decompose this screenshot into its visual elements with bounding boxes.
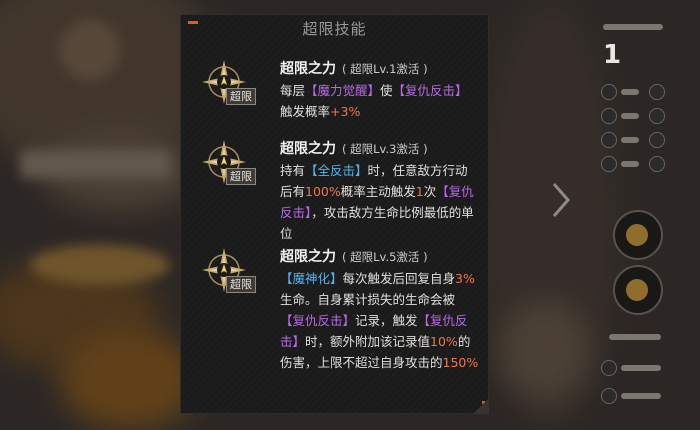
sidebar-dot[interactable] [649, 156, 665, 172]
overlimit-badge: 超限 [226, 88, 256, 105]
right-sidebar: 1 [595, 0, 700, 430]
count-label: 1 [603, 40, 622, 70]
desc-text: 使 [380, 83, 393, 98]
skill-name: 超限之力 [280, 61, 336, 77]
value-text: 3% [455, 271, 475, 286]
overlimit-badge: 超限 [226, 276, 256, 293]
skill-name: 超限之力 [280, 141, 336, 157]
sidebar-dot[interactable] [601, 84, 617, 100]
desc-text: 触发概率 [280, 104, 331, 119]
sidebar-dot[interactable] [649, 84, 665, 100]
skill-condition: ( 超限Lv.1激活 ) [342, 62, 428, 76]
desc-text: 每次触发后回复自身 [342, 271, 456, 286]
keyword-demonize[interactable]: 【魔神化】 [280, 271, 343, 286]
skill-description: 【魔神化】每次触发后回复自身3% 生命。自身累计损失的生命会被【复仇反击】记录，触… [280, 268, 480, 373]
sidebar-row [601, 388, 681, 404]
skill-description: 每层【魔力觉醒】使【复仇反击】触发概率+3% [280, 80, 480, 122]
value-text: 150% [442, 355, 479, 370]
value-text: 1 [415, 184, 424, 199]
sidebar-row [601, 360, 681, 376]
keyword-full-counter[interactable]: 【全反击】 [305, 163, 368, 178]
sidebar-line [603, 24, 663, 30]
sidebar-dot[interactable] [601, 388, 617, 404]
panel-title: 超限技能 [302, 20, 367, 38]
skill-name: 超限之力 [280, 249, 336, 265]
sidebar-dot[interactable] [649, 132, 665, 148]
desc-text: 生命。自身累计损失的生命会被 [280, 292, 456, 307]
sidebar-line [621, 393, 661, 399]
desc-text: 每层 [280, 83, 306, 98]
sidebar-dot[interactable] [601, 156, 617, 172]
value-text: +3% [330, 104, 361, 119]
sidebar-line [621, 89, 639, 95]
sidebar-dot[interactable] [649, 108, 665, 124]
next-arrow-icon[interactable] [548, 180, 574, 220]
desc-text: 次 [423, 184, 437, 199]
sidebar-line [621, 137, 639, 143]
desc-text: 持有 [280, 163, 306, 178]
sidebar-row [601, 108, 681, 124]
avatar-icon[interactable] [613, 210, 663, 260]
sidebar-row [601, 132, 681, 148]
skill-condition: ( 超限Lv.5激活 ) [342, 250, 428, 264]
overlimit-badge: 超限 [226, 168, 256, 185]
overlimit-skill-panel: 超限技能 超限 超限之力( 超限Lv.1激活 ) 每层【魔力觉醒】使【复仇反击】… [180, 14, 489, 414]
keyword-magic-awaken[interactable]: 【魔力觉醒】 [305, 83, 380, 98]
sidebar-dot[interactable] [601, 132, 617, 148]
sidebar-row [601, 156, 681, 172]
sidebar-line [621, 113, 639, 119]
keyword-revenge-counter[interactable]: 【复仇反击】 [393, 83, 468, 98]
value-text: 100% [305, 184, 341, 199]
sidebar-line [621, 161, 639, 167]
avatar-icon[interactable] [613, 265, 663, 315]
sidebar-row [601, 84, 681, 100]
sidebar-line [609, 334, 661, 340]
desc-text: 记录，触发 [355, 313, 418, 328]
skill-condition: ( 超限Lv.3激活 ) [342, 142, 428, 156]
skill-description: 持有【全反击】时，任意敌方行动后有100%概率主动触发1次【复仇反击】，攻击敌方… [280, 160, 480, 244]
desc-text: 概率主动触发 [340, 184, 416, 199]
sidebar-line [621, 365, 661, 371]
desc-text: 时，额外附加该记录值 [305, 334, 431, 349]
keyword-revenge-counter[interactable]: 【复仇反击】 [280, 313, 355, 328]
sidebar-dot[interactable] [601, 108, 617, 124]
sidebar-dot[interactable] [601, 360, 617, 376]
value-text: 10% [430, 334, 458, 349]
